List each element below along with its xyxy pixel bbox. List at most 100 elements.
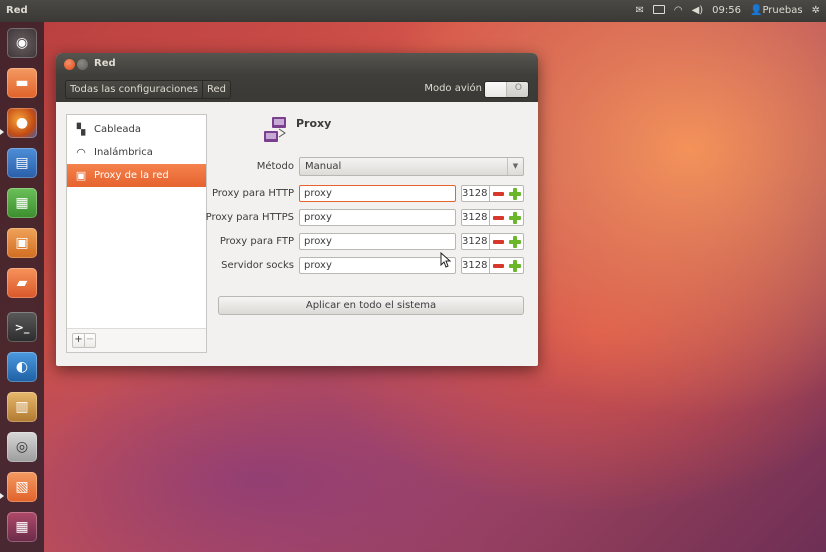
ftp-proxy-host-input[interactable]: proxy — [299, 233, 456, 250]
clock[interactable]: 09:56 — [712, 4, 741, 17]
minimize-window-button[interactable] — [77, 59, 88, 70]
launcher-camera[interactable]: ◎ — [7, 432, 37, 462]
launcher-software-center[interactable]: ▰ — [7, 268, 37, 298]
http-port-stepper — [490, 185, 524, 202]
decrement-icon[interactable] — [493, 216, 504, 220]
keyboard-icon[interactable] — [652, 4, 665, 17]
camera-icon: ◎ — [15, 439, 29, 455]
switch-off-label: O — [514, 83, 522, 93]
ftp-proxy-port-input[interactable]: 3128 — [461, 233, 490, 250]
mail-icon[interactable]: ✉ — [635, 4, 643, 17]
top-panel-app-title: Red — [6, 5, 28, 16]
indicator-area: ✉ ◠ ◀) 09:56 👤Pruebas ✲ — [635, 4, 820, 17]
airplane-mode-switch[interactable]: O — [484, 81, 529, 98]
increment-icon[interactable] — [509, 236, 521, 248]
network-proxy-icon — [264, 117, 286, 142]
increment-icon[interactable] — [509, 212, 521, 224]
ftp-proxy-label: Proxy para FTP — [219, 236, 294, 247]
method-combo[interactable]: Manual ▼ — [299, 157, 524, 176]
http-proxy-port-input[interactable]: 3128 — [461, 185, 490, 202]
shopping-bag-icon: ▰ — [16, 275, 28, 291]
https-proxy-port-input[interactable]: 3128 — [461, 209, 490, 226]
gear-icon[interactable]: ✲ — [812, 4, 820, 17]
breadcrumb-all-settings[interactable]: Todas las configuraciones — [66, 81, 202, 98]
chevron-down-icon: ▼ — [507, 158, 523, 175]
terminal-icon: >_ — [14, 320, 30, 334]
method-value: Manual — [305, 161, 342, 172]
window-title: Red — [94, 58, 116, 69]
launcher-shotwell[interactable]: ◐ — [7, 352, 37, 382]
ftp-port-stepper — [490, 233, 524, 250]
volume-icon[interactable]: ◀) — [692, 4, 704, 17]
launcher-archive[interactable]: ▥ — [7, 392, 37, 422]
sidebar-item-network-proxy[interactable]: ▣ Proxy de la red — [67, 164, 206, 187]
launcher-calc[interactable]: ▦ — [7, 188, 37, 218]
wireless-icon: ◠ — [76, 146, 86, 159]
user-menu[interactable]: 👤Pruebas — [750, 4, 803, 17]
network-settings-window: Red Todas las configuraciones Red Modo a… — [56, 53, 538, 366]
http-proxy-host-input[interactable]: proxy — [299, 185, 456, 202]
window-titlebar[interactable]: Red — [56, 53, 538, 76]
apply-system-wide-button[interactable]: Aplicar en todo el sistema — [218, 296, 524, 315]
socks-port-input[interactable]: 3128 — [461, 257, 490, 274]
socks-host-input[interactable]: proxy — [299, 257, 456, 274]
decrement-icon[interactable] — [493, 264, 504, 268]
add-connection-button[interactable]: + — [73, 334, 84, 347]
connection-list: ▚ Cableada ◠ Inalámbrica ▣ Proxy de la r… — [66, 114, 207, 353]
folder-icon: ▬ — [15, 75, 29, 91]
mouse-pointer-icon — [440, 252, 452, 268]
writer-doc-icon: ▤ — [15, 155, 29, 171]
increment-icon[interactable] — [509, 188, 521, 200]
calc-sheet-icon: ▦ — [15, 195, 29, 211]
decrement-icon[interactable] — [493, 192, 504, 196]
workspaces-icon: ▦ — [15, 519, 29, 535]
https-proxy-host-input[interactable]: proxy — [299, 209, 456, 226]
running-indicator — [0, 493, 4, 499]
firefox-icon: ● — [15, 115, 29, 131]
remove-connection-button[interactable]: − — [84, 334, 95, 347]
archive-icon: ▥ — [15, 399, 29, 415]
dash-home-button[interactable]: ◉ — [7, 28, 37, 58]
switch-knob — [485, 82, 507, 97]
breadcrumb: Todas las configuraciones Red — [65, 80, 231, 99]
launcher-impress[interactable]: ▣ — [7, 228, 37, 258]
sidebar-item-wired[interactable]: ▚ Cableada — [67, 118, 206, 141]
breadcrumb-network[interactable]: Red — [201, 81, 230, 98]
window-toolbar: Todas las configuraciones Red Modo avión… — [56, 76, 538, 102]
sidebar-item-wireless[interactable]: ◠ Inalámbrica — [67, 141, 206, 164]
impress-slide-icon: ▣ — [15, 235, 29, 251]
https-proxy-label: Proxy para HTTPS — [205, 212, 294, 223]
running-indicator — [0, 129, 4, 135]
increment-icon[interactable] — [509, 260, 521, 272]
launcher-writer[interactable]: ▤ — [7, 148, 37, 178]
wired-network-icon: ▚ — [76, 123, 86, 136]
socks-host-label: Servidor socks — [221, 260, 294, 271]
launcher-workspace-switcher[interactable]: ▦ — [7, 512, 37, 542]
launcher-system-settings[interactable]: ▧ — [7, 472, 37, 502]
settings-doc-icon: ▧ — [15, 479, 29, 495]
proxy-panel-title: Proxy — [296, 117, 332, 130]
launcher-terminal[interactable]: >_ — [7, 312, 37, 342]
decrement-icon[interactable] — [493, 240, 504, 244]
sidebar-footer: + − — [67, 328, 206, 352]
launcher: ◉ ▬ ● ▤ ▦ ▣ ▰ >_ ◐ ▥ ◎ ▧ ▦ — [0, 22, 44, 552]
ubuntu-logo-icon: ◉ — [15, 35, 29, 51]
wifi-icon[interactable]: ◠ — [674, 4, 683, 17]
add-remove-buttons: + − — [72, 333, 96, 348]
sidebar-item-label: Cableada — [94, 124, 141, 135]
method-label: Método — [256, 161, 294, 172]
user-name: Pruebas — [762, 5, 803, 16]
airplane-mode-label: Modo avión — [424, 83, 482, 94]
launcher-files[interactable]: ▬ — [7, 68, 37, 98]
launcher-firefox[interactable]: ● — [7, 108, 37, 138]
https-port-stepper — [490, 209, 524, 226]
socks-port-stepper — [490, 257, 524, 274]
top-panel: Red ✉ ◠ ◀) 09:56 👤Pruebas ✲ — [0, 0, 826, 22]
sidebar-item-label: Inalámbrica — [94, 147, 153, 158]
network-proxy-icon: ▣ — [75, 169, 87, 182]
user-icon: 👤 — [750, 5, 763, 16]
close-window-button[interactable] — [64, 59, 75, 70]
sidebar-item-label: Proxy de la red — [94, 170, 169, 181]
shotwell-icon: ◐ — [15, 359, 29, 375]
http-proxy-label: Proxy para HTTP — [211, 188, 294, 199]
